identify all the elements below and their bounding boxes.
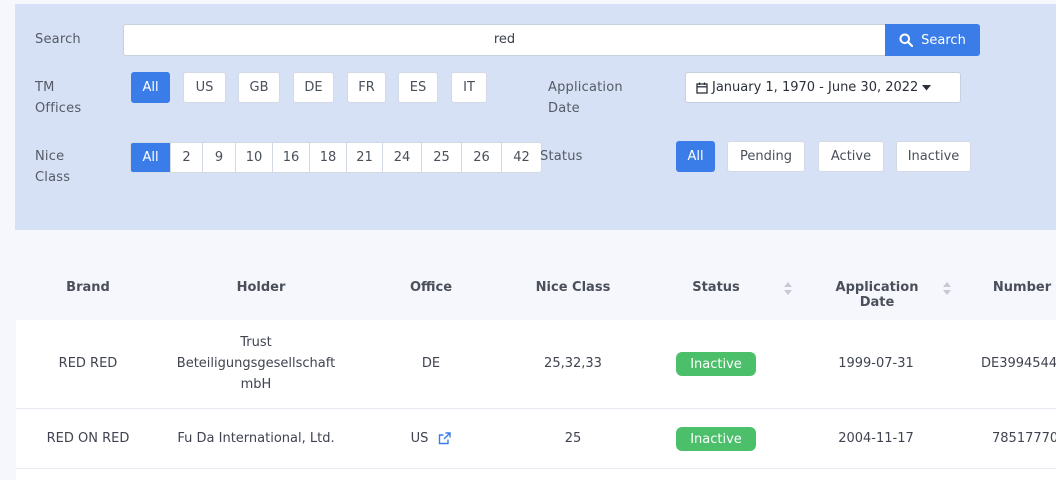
column-header-number: Number [992,280,1052,295]
application-date-picker[interactable]: January 1, 1970 - June 30, 2022 [685,72,961,103]
search-input[interactable]: red [123,24,886,56]
status-chip-active[interactable]: Active [818,141,884,172]
nice-class-selector: All 2 9 10 16 18 21 24 25 26 42 [130,142,542,173]
office-cell: DE [421,356,441,371]
calendar-icon [696,82,708,94]
nice-class-cell: 25 [564,431,582,446]
holder-line: Trust [240,335,272,350]
nice-class-option-10[interactable]: 10 [235,143,272,172]
office-chip-es[interactable]: ES [398,72,438,103]
search-icon [899,33,914,47]
nice-class-option-16[interactable]: 16 [272,143,309,172]
office-chip-fr[interactable]: FR [347,72,386,103]
caret-down-icon [922,84,932,90]
office-chip-gb[interactable]: GB [238,72,280,103]
application-date-cell: 2004-11-17 [838,431,914,446]
nice-class-option-24[interactable]: 24 [382,143,421,172]
application-date-label-line1: Application [548,80,623,95]
nice-class-option-2[interactable]: 2 [170,143,202,172]
status-chip-inactive[interactable]: Inactive [896,141,971,172]
external-link-icon[interactable] [438,432,452,445]
holder-cell: Fu Da International, Ltd. [177,431,335,446]
office-chip-it[interactable]: IT [451,72,487,103]
number-cell: 78517770 [992,431,1056,446]
status-badge: Inactive [676,352,756,376]
nice-class-option-9[interactable]: 9 [202,143,235,172]
nice-class-option-26[interactable]: 26 [461,143,501,172]
nice-class-option-42[interactable]: 42 [501,143,541,172]
office-value: US [410,431,429,446]
status-sort-icon[interactable] [784,282,792,295]
column-header-application-date[interactable]: Application Date [817,280,937,310]
nice-class-cell: 25,32,33 [544,356,602,371]
application-date-cell: 1999-07-31 [838,356,914,371]
offices-label-line1: TM [35,80,55,95]
number-cell: DE3994544 [981,356,1056,371]
status-filter-label: Status [540,149,583,164]
nice-class-option-all[interactable]: All [131,143,170,172]
holder-line: Beteiligungsgesellschaft [176,356,336,371]
search-label: Search [35,32,81,47]
nice-class-option-18[interactable]: 18 [309,143,346,172]
office-cell: US [396,428,466,449]
column-header-brand: Brand [66,280,110,295]
column-header-holder: Holder [236,280,286,295]
table-row: RED ON RED Fu Da International, Ltd. US … [16,409,1056,469]
status-badge: Inactive [676,427,756,451]
holder-cell: Trust Beteiligungsgesellschaft mbH [161,332,351,395]
search-button[interactable]: Search [885,24,980,56]
nice-class-label-line1: Nice [35,149,65,164]
nice-class-option-25[interactable]: 25 [421,143,461,172]
holder-line: mbH [240,377,272,392]
application-date-value: January 1, 1970 - June 30, 2022 [712,80,919,95]
table-row: RED RED Trust Beteiligungsgesellschaft m… [16,320,1056,409]
search-button-label: Search [921,32,966,48]
office-chip-all[interactable]: All [131,72,170,103]
status-chip-pending[interactable]: Pending [727,141,805,172]
column-header-status[interactable]: Status [686,280,746,295]
application-date-label-line2: Date [548,101,580,116]
status-chip-all[interactable]: All [676,141,715,172]
application-date-sort-icon[interactable] [943,282,951,295]
brand-cell: RED RED [58,356,118,371]
column-header-nice-class: Nice Class [535,280,611,295]
table-row [16,469,1056,480]
brand-cell: RED ON RED [46,431,130,446]
column-header-office: Office [409,280,453,295]
nice-class-label-line2: Class [35,170,71,185]
office-chip-us[interactable]: US [183,72,226,103]
nice-class-option-21[interactable]: 21 [346,143,382,172]
office-chip-de[interactable]: DE [293,72,334,103]
offices-label-line2: Offices [35,101,82,116]
